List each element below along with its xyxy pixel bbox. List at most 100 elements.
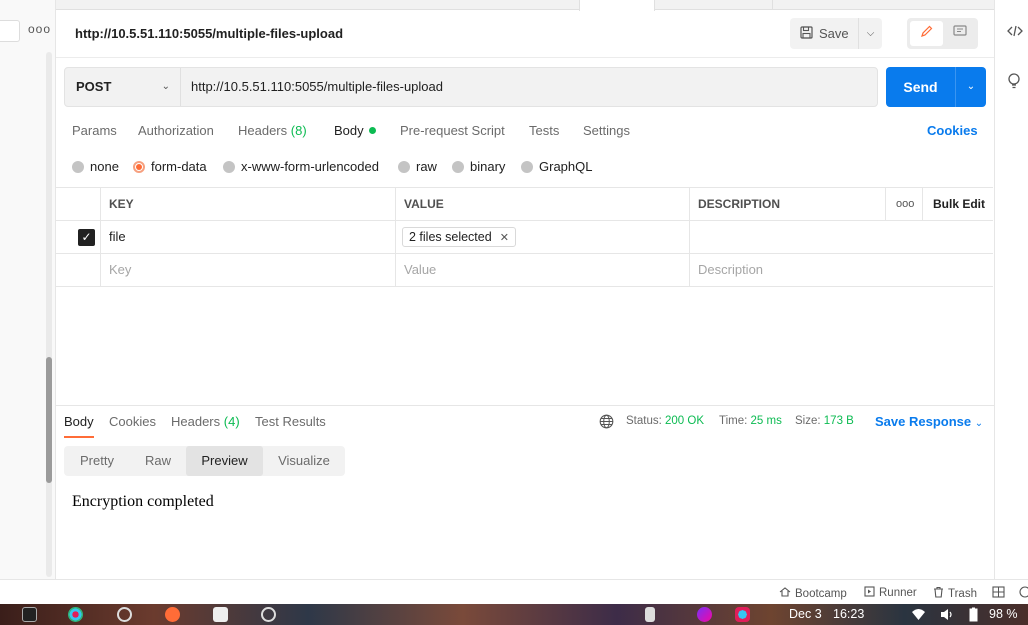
value-input[interactable]: Value — [396, 254, 690, 286]
taskbar-time[interactable]: 16:23 — [833, 607, 864, 621]
row-checkbox-icon[interactable]: ✓ — [78, 229, 95, 246]
bulk-edit-button[interactable]: Bulk Edit — [923, 188, 993, 220]
save-label: Save — [819, 26, 849, 41]
response-tab-headers[interactable]: Headers (4) — [171, 414, 240, 429]
body-type-raw[interactable]: raw — [398, 159, 437, 174]
save-icon — [800, 25, 813, 42]
postman-icon[interactable] — [165, 607, 180, 622]
tab-headers[interactable]: Headers (8) — [238, 123, 307, 138]
help-icon[interactable] — [1019, 586, 1028, 598]
sidebar-more-icon[interactable]: ooo — [28, 22, 51, 36]
wifi-icon[interactable] — [911, 607, 926, 622]
checkbox-column-header — [56, 188, 101, 220]
value-cell[interactable]: 2 files selected ✕ — [396, 221, 690, 253]
body-type-urlencoded[interactable]: x-www-form-urlencoded — [223, 159, 379, 174]
comment-icon[interactable] — [945, 21, 975, 46]
files-selected-chip: 2 files selected ✕ — [402, 227, 516, 247]
body-type-form-data[interactable]: form-data — [133, 159, 207, 174]
tab-body[interactable]: Body — [334, 123, 376, 138]
globe-icon[interactable] — [599, 414, 614, 429]
response-tab-test-results[interactable]: Test Results — [255, 414, 326, 429]
response-view-toggle: Pretty Raw Preview Visualize — [64, 446, 345, 476]
edit-pencil-icon[interactable] — [910, 21, 943, 46]
description-input[interactable]: Description — [690, 254, 993, 286]
view-raw[interactable]: Raw — [130, 446, 186, 476]
response-tabs: Body Cookies Headers (4) Test Results St… — [56, 406, 994, 438]
tab-tests[interactable]: Tests — [529, 123, 559, 138]
battery-icon[interactable] — [969, 607, 978, 622]
body-type-binary[interactable]: binary — [452, 159, 505, 174]
form-data-table: KEY VALUE DESCRIPTION ooo Bulk Edit ✓ fi… — [56, 187, 993, 287]
response-tab-body[interactable]: Body — [64, 414, 94, 438]
os-taskbar: Dec 3 16:23 98 % — [0, 604, 1028, 625]
lightbulb-icon[interactable] — [1007, 72, 1021, 93]
headers-count: (8) — [290, 123, 307, 138]
status-value: 200 OK — [665, 415, 705, 427]
radio-form-data[interactable] — [133, 160, 145, 173]
files-selected-label: 2 files selected — [409, 230, 492, 244]
response-preview-text: Encryption completed — [72, 493, 214, 510]
row-checkbox-cell: ✓ — [56, 221, 101, 253]
radio-binary[interactable] — [452, 160, 464, 173]
method-select[interactable]: POST ⌄ — [65, 68, 181, 106]
tab-params[interactable]: Params — [72, 123, 117, 138]
obs-icon[interactable] — [117, 607, 132, 622]
cookies-link[interactable]: Cookies — [927, 123, 978, 138]
sidebar-search-field[interactable] — [0, 20, 20, 42]
two-pane-icon[interactable] — [992, 586, 1005, 598]
save-response-button[interactable]: Save Response ⌄ — [875, 414, 983, 429]
view-preview[interactable]: Preview — [186, 446, 263, 476]
radio-urlencoded[interactable] — [223, 160, 235, 173]
chevron-down-icon: ⌄ — [161, 81, 170, 92]
slack-icon[interactable] — [68, 607, 83, 622]
terminal-icon[interactable] — [22, 607, 37, 622]
save-dropdown-chevron-icon[interactable]: ⌵ — [858, 18, 882, 49]
right-sidebar — [994, 0, 1028, 579]
tab-settings[interactable]: Settings — [583, 123, 630, 138]
body-active-dot — [368, 127, 376, 134]
bootcamp-button[interactable]: Bootcamp — [779, 586, 847, 601]
volume-icon[interactable] — [939, 607, 954, 622]
size-value: 173 B — [823, 415, 854, 427]
view-pretty[interactable]: Pretty — [64, 446, 130, 476]
radio-none[interactable] — [72, 160, 84, 173]
send-dropdown-chevron-icon[interactable]: ⌄ — [955, 67, 986, 107]
sidebar-scrollbar[interactable] — [46, 52, 52, 577]
body-type-none[interactable]: none — [72, 159, 119, 174]
response-size: Size: 173 B — [795, 415, 854, 427]
app-store-icon[interactable] — [261, 607, 276, 622]
runner-button[interactable]: Runner — [864, 586, 917, 600]
slack-tray-icon[interactable] — [735, 607, 750, 622]
url-input[interactable]: http://10.5.51.110:5055/multiple-files-u… — [191, 68, 871, 106]
request-header: http://10.5.51.110:5055/multiple-files-u… — [56, 10, 994, 58]
send-button[interactable]: Send — [886, 67, 955, 107]
key-cell[interactable]: file — [101, 221, 396, 253]
key-input[interactable]: Key — [101, 254, 396, 286]
description-cell[interactable] — [690, 221, 993, 253]
code-icon[interactable] — [1007, 24, 1023, 41]
save-button[interactable]: Save — [790, 18, 858, 49]
tab-separator — [772, 0, 773, 10]
sidebar-scrollbar-thumb[interactable] — [46, 357, 52, 483]
body-type-graphql[interactable]: GraphQL — [521, 159, 592, 174]
empty-checkbox-cell — [56, 254, 101, 286]
trash-button[interactable]: Trash — [933, 586, 977, 601]
view-visualize[interactable]: Visualize — [263, 446, 345, 476]
table-more-icon[interactable]: ooo — [886, 188, 923, 220]
bing-icon[interactable] — [645, 607, 655, 622]
firefox-icon[interactable] — [697, 607, 712, 622]
request-tabs: Params Authorization Headers (8) Body Pr… — [56, 118, 994, 144]
time-value: 25 ms — [750, 415, 782, 427]
table-header-row: KEY VALUE DESCRIPTION ooo Bulk Edit — [56, 188, 993, 221]
body-type-selector: none form-data x-www-form-urlencoded raw… — [56, 154, 994, 180]
tab-authorization[interactable]: Authorization — [138, 123, 214, 138]
response-tab-cookies[interactable]: Cookies — [109, 414, 156, 429]
radio-raw[interactable] — [398, 160, 410, 173]
request-title[interactable]: http://10.5.51.110:5055/multiple-files-u… — [75, 26, 343, 41]
send-button-group: Send ⌄ — [886, 67, 986, 107]
radio-graphql[interactable] — [521, 160, 533, 173]
taskbar-date[interactable]: Dec 3 — [789, 607, 822, 621]
remove-files-icon[interactable]: ✕ — [500, 232, 509, 244]
tab-pre-request-script[interactable]: Pre-request Script — [400, 123, 505, 138]
calculator-icon[interactable] — [213, 607, 228, 622]
